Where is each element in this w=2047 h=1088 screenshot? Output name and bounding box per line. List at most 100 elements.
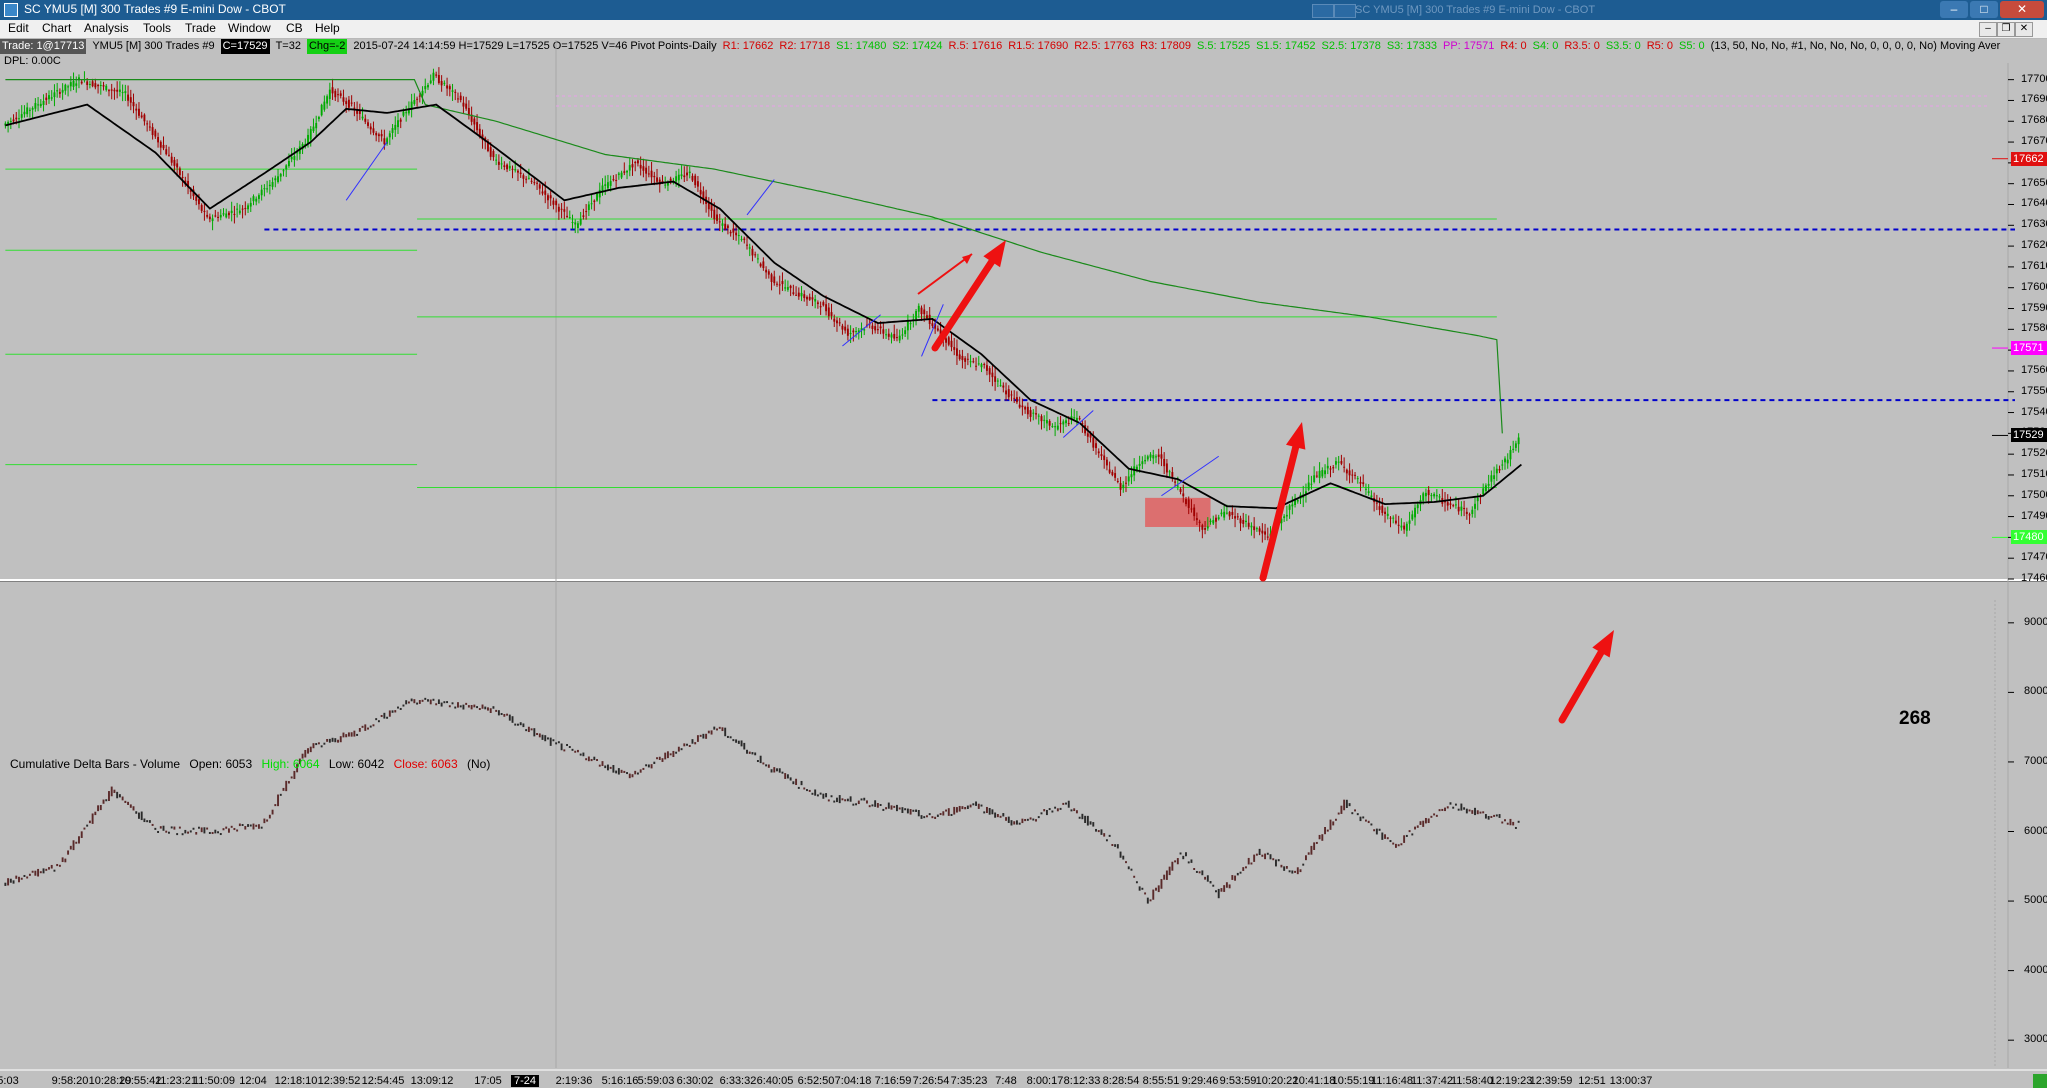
candle-up xyxy=(814,299,817,302)
candle-down xyxy=(893,333,896,339)
delta-bar xyxy=(636,772,639,775)
candle-down xyxy=(1026,406,1029,415)
delta-bar xyxy=(1315,841,1318,844)
candle-up xyxy=(1043,419,1046,421)
delta-bar xyxy=(1048,808,1051,811)
delta-bar xyxy=(487,707,489,711)
candle-down xyxy=(724,223,727,230)
candle-down xyxy=(1348,470,1351,476)
price-tick-label: 17590 xyxy=(2021,301,2047,314)
delta-bar xyxy=(1427,818,1430,824)
delta-bar xyxy=(1517,820,1520,823)
candle-down xyxy=(233,213,236,215)
delta-bar xyxy=(773,767,776,773)
delta-bar xyxy=(108,791,110,801)
delta-bar xyxy=(759,755,762,764)
delta-bar xyxy=(522,723,525,728)
price-tick-label: 17680 xyxy=(2021,114,2047,127)
delta-bar xyxy=(538,733,541,738)
candle-up xyxy=(124,91,127,94)
candle-down xyxy=(765,269,768,273)
delta-bar xyxy=(977,803,980,809)
candle-up xyxy=(1435,495,1438,497)
candle-up xyxy=(885,334,888,336)
candle-down xyxy=(1165,463,1168,473)
candle-down xyxy=(639,164,642,169)
candle-up xyxy=(1364,488,1367,490)
delta-bar xyxy=(454,706,457,709)
scroll-corner-indicator[interactable] xyxy=(2033,1074,2047,1088)
delta-bar xyxy=(154,827,157,830)
delta-bar xyxy=(1389,840,1392,843)
delta-bar xyxy=(574,750,577,753)
candle-down xyxy=(1059,423,1062,425)
candle-up xyxy=(279,173,282,177)
candle-down xyxy=(97,84,100,87)
delta-bar xyxy=(339,736,342,743)
delta-bar xyxy=(176,833,179,836)
delta-bar xyxy=(1321,834,1324,841)
candle-down xyxy=(178,168,181,176)
candle-up xyxy=(37,104,40,106)
candle-down xyxy=(157,137,160,143)
delta-bar xyxy=(696,735,699,742)
candle-down xyxy=(1198,521,1201,524)
delta-bar xyxy=(116,791,119,799)
delta-bar xyxy=(1179,852,1182,855)
delta-bar xyxy=(178,826,181,829)
candle-down xyxy=(1086,433,1089,437)
time-tick-label: 7:16:59 xyxy=(874,1075,912,1087)
candle-down xyxy=(116,89,119,92)
delta-bar xyxy=(1422,820,1425,827)
candle-down xyxy=(1446,502,1449,506)
delta-bar xyxy=(1105,839,1108,842)
delta-bar xyxy=(1378,828,1381,831)
candle-up xyxy=(664,184,667,186)
delta-bar xyxy=(388,710,391,717)
candle-up xyxy=(105,85,108,90)
candle-up xyxy=(495,159,498,161)
candle-up xyxy=(391,128,394,133)
delta-bar xyxy=(688,744,691,747)
delta-bar xyxy=(615,770,618,774)
delta-bar xyxy=(1313,842,1316,850)
price-tick-label: 17560 xyxy=(2021,363,2047,376)
candle-up xyxy=(1127,476,1130,482)
candle-up xyxy=(1217,517,1220,520)
delta-bar xyxy=(552,739,555,742)
candle-down xyxy=(795,294,798,296)
delta-bar xyxy=(1111,844,1114,847)
delta-bar xyxy=(353,730,356,737)
delta-bar xyxy=(568,746,571,749)
delta-bar xyxy=(726,735,729,738)
candle-down xyxy=(1190,508,1193,510)
price-chart[interactable] xyxy=(0,0,2047,1088)
delta-bar xyxy=(1381,832,1384,840)
delta-bar xyxy=(1285,866,1288,869)
candle-down xyxy=(197,199,200,205)
candle-up xyxy=(677,174,680,181)
delta-bar xyxy=(1206,875,1209,882)
candle-down xyxy=(1340,461,1343,464)
delta-bar xyxy=(811,792,814,795)
delta-bar xyxy=(1258,848,1261,855)
candle-down xyxy=(1029,410,1032,417)
delta-bar xyxy=(459,705,462,708)
delta-bar xyxy=(217,831,219,834)
delta-bar xyxy=(402,704,405,707)
candle-down xyxy=(718,221,721,223)
delta-bar xyxy=(1307,852,1310,855)
candle-down xyxy=(108,90,110,92)
candle-up xyxy=(312,126,315,132)
candle-up xyxy=(574,222,577,225)
delta-bar xyxy=(1187,861,1190,864)
delta-bar xyxy=(617,768,620,775)
delta-bar xyxy=(571,748,574,751)
candle-down xyxy=(1024,406,1027,410)
delta-bar xyxy=(544,735,547,742)
delta-bar xyxy=(257,824,260,829)
delta-bar xyxy=(489,708,492,713)
delta-bar xyxy=(792,781,795,785)
candle-down xyxy=(208,216,211,220)
delta-bar xyxy=(255,824,258,827)
